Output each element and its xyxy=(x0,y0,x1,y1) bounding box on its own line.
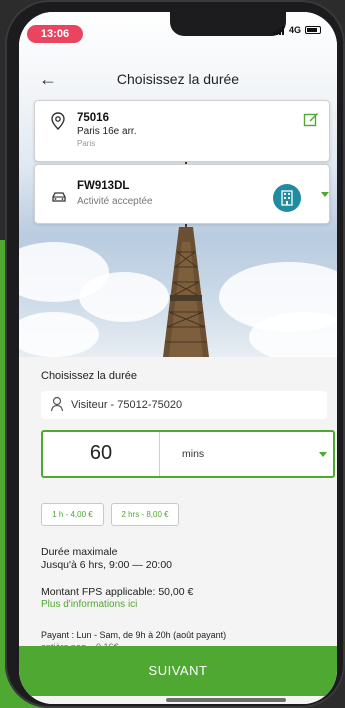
visitor-label: Visiteur - 75012-75020 xyxy=(71,399,183,411)
paying-hours: Payant : Lun - Sam, de 9h à 20h (août pa… xyxy=(41,630,227,640)
vehicle-activity: Activité acceptée xyxy=(77,196,153,207)
next-button[interactable]: SUIVANT xyxy=(19,646,337,696)
signal-icon xyxy=(273,25,285,35)
person-icon xyxy=(50,396,64,412)
vehicle-plate: FW913DL xyxy=(77,180,130,192)
status-time: 13:06 xyxy=(27,25,83,43)
address-card[interactable]: 75016 Paris 16e arr. Paris xyxy=(34,100,330,162)
app-screen: ← Choisissez la durée 75016 Paris 16e ar… xyxy=(19,12,337,704)
building-icon xyxy=(273,184,301,212)
home-indicator xyxy=(166,698,286,702)
duration-selector[interactable]: 60 mins xyxy=(41,430,335,478)
duration-unit[interactable]: mins xyxy=(182,448,204,460)
chevron-down-icon[interactable] xyxy=(321,192,329,197)
network-label: 4G xyxy=(289,25,302,35)
notch xyxy=(170,12,286,36)
section-label: Choisissez la durée xyxy=(41,370,137,382)
phone-frame: 13:06 4G ← Choisissez la durée 75016 Par… xyxy=(5,0,345,708)
battery-icon xyxy=(305,26,322,34)
address-line: Paris 16e arr. xyxy=(77,126,137,137)
duration-value[interactable]: 60 xyxy=(43,442,159,465)
top-bar: ← Choisissez la durée xyxy=(19,67,337,93)
fps-amount: Montant FPS applicable: 50,00 € xyxy=(41,586,194,598)
max-duration-title: Durée maximale xyxy=(41,546,118,558)
status-icons: 4G xyxy=(273,25,322,35)
address-zip: 75016 xyxy=(77,112,109,124)
visitor-selector[interactable]: Visiteur - 75012-75020 xyxy=(41,391,327,419)
duration-chip-2h[interactable]: 2 hrs - 8,00 € xyxy=(111,503,179,526)
more-info-link[interactable]: Plus d'informations ici xyxy=(41,599,137,610)
duration-divider xyxy=(159,432,160,476)
chevron-down-icon[interactable] xyxy=(319,452,327,457)
car-icon xyxy=(52,192,66,202)
vehicle-card[interactable]: FW913DL Activité acceptée xyxy=(34,164,330,224)
location-pin-icon xyxy=(51,112,65,130)
address-city: Paris xyxy=(77,139,96,148)
max-duration-detail: Jusqu'à 6 hrs, 9:00 — 20:00 xyxy=(41,559,173,571)
page-title: Choisissez la durée xyxy=(116,71,240,87)
duration-chip-1h[interactable]: 1 h - 4,00 € xyxy=(41,503,104,526)
edit-icon[interactable] xyxy=(303,111,319,127)
